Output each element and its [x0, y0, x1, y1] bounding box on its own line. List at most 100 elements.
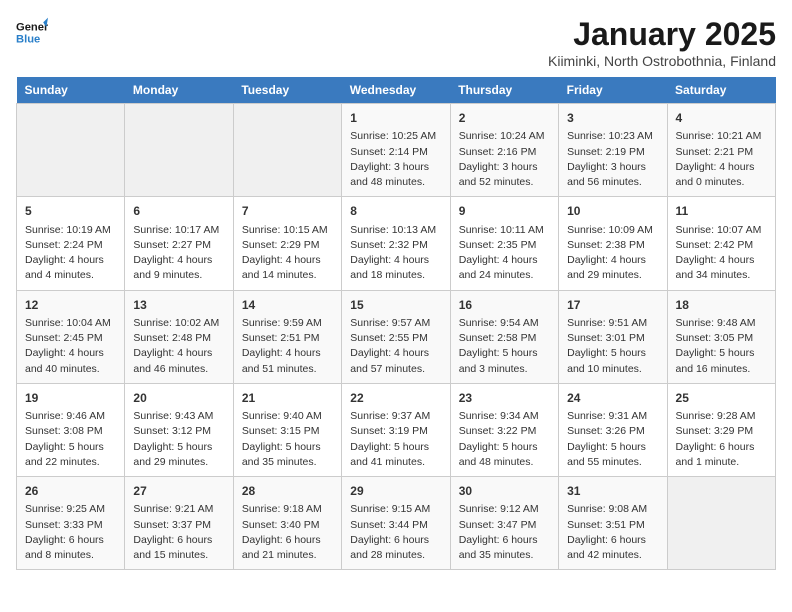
logo-icon: General Blue	[16, 16, 48, 48]
calendar-cell: 2Sunrise: 10:24 AM Sunset: 2:16 PM Dayli…	[450, 104, 558, 197]
calendar-week-row: 12Sunrise: 10:04 AM Sunset: 2:45 PM Dayl…	[17, 290, 776, 383]
calendar-cell: 11 Sunrise: 10:07 AM Sunset: 2:42 PM Dayl…	[667, 197, 775, 290]
calendar-cell	[17, 104, 125, 197]
day-info: Sunrise: 10:23 AM Sunset: 2:19 PM Daylig…	[567, 129, 658, 190]
day-number: 24	[567, 390, 658, 407]
day-number: 3	[567, 110, 658, 127]
calendar-table: SundayMondayTuesdayWednesdayThursdayFrid…	[16, 77, 776, 570]
calendar-cell: 7 Sunrise: 10:15 AM Sunset: 2:29 PM Dayli…	[233, 197, 341, 290]
day-info: Sunrise: 10:11 AM Sunset: 2:35 PM Daylig…	[459, 223, 550, 284]
day-info: Sunrise: 10:25 AM Sunset: 2:14 PM Daylig…	[350, 129, 441, 190]
day-info: Sunrise: 10:15 AM Sunset: 2:29 PM Daylig…	[242, 223, 333, 284]
day-number: 10	[567, 203, 658, 220]
calendar-cell: 15 Sunrise: 9:57 AM Sunset: 2:55 PM Dayli…	[342, 290, 450, 383]
calendar-cell: 25 Sunrise: 9:28 AM Sunset: 3:29 PM Dayli…	[667, 383, 775, 476]
day-info: Sunrise: 9:28 AM Sunset: 3:29 PM Dayligh…	[676, 409, 767, 470]
day-number: 17	[567, 297, 658, 314]
calendar-cell: 17Sunrise: 9:51 AM Sunset: 3:01 PM Dayli…	[559, 290, 667, 383]
day-info: Sunrise: 9:59 AM Sunset: 2:51 PM Dayligh…	[242, 316, 333, 377]
day-number: 23	[459, 390, 550, 407]
calendar-cell: 6Sunrise: 10:17 AM Sunset: 2:27 PM Dayli…	[125, 197, 233, 290]
day-number: 11	[676, 203, 767, 220]
day-info: Sunrise: 10:21 AM Sunset: 2:21 PM Daylig…	[676, 129, 767, 190]
calendar-cell: 5 Sunrise: 10:19 AM Sunset: 2:24 PM Dayli…	[17, 197, 125, 290]
day-info: Sunrise: 9:48 AM Sunset: 3:05 PM Dayligh…	[676, 316, 767, 377]
day-number: 28	[242, 483, 333, 500]
day-info: Sunrise: 9:08 AM Sunset: 3:51 PM Dayligh…	[567, 502, 658, 563]
main-title: January 2025	[548, 16, 776, 53]
calendar-cell: 28 Sunrise: 9:18 AM Sunset: 3:40 PM Dayli…	[233, 477, 341, 570]
day-info: Sunrise: 10:07 AM Sunset: 2:42 PM Daylig…	[676, 223, 767, 284]
weekday-header-thursday: Thursday	[450, 77, 558, 104]
calendar-cell: 13Sunrise: 10:02 AM Sunset: 2:48 PM Dayl…	[125, 290, 233, 383]
day-info: Sunrise: 9:57 AM Sunset: 2:55 PM Dayligh…	[350, 316, 441, 377]
day-number: 8	[350, 203, 441, 220]
calendar-week-row: 19Sunrise: 9:46 AM Sunset: 3:08 PM Dayli…	[17, 383, 776, 476]
weekday-header-friday: Friday	[559, 77, 667, 104]
calendar-cell	[233, 104, 341, 197]
day-number: 21	[242, 390, 333, 407]
calendar-cell: 29 Sunrise: 9:15 AM Sunset: 3:44 PM Dayli…	[342, 477, 450, 570]
calendar-cell	[667, 477, 775, 570]
day-number: 15	[350, 297, 441, 314]
day-info: Sunrise: 9:31 AM Sunset: 3:26 PM Dayligh…	[567, 409, 658, 470]
weekday-header-saturday: Saturday	[667, 77, 775, 104]
calendar-cell: 12Sunrise: 10:04 AM Sunset: 2:45 PM Dayl…	[17, 290, 125, 383]
title-block: January 2025 Kiiminki, North Ostrobothni…	[548, 16, 776, 69]
day-info: Sunrise: 9:25 AM Sunset: 3:33 PM Dayligh…	[25, 502, 116, 563]
weekday-header-sunday: Sunday	[17, 77, 125, 104]
weekday-header-tuesday: Tuesday	[233, 77, 341, 104]
day-number: 18	[676, 297, 767, 314]
day-number: 1	[350, 110, 441, 127]
day-info: Sunrise: 10:09 AM Sunset: 2:38 PM Daylig…	[567, 223, 658, 284]
day-number: 27	[133, 483, 224, 500]
day-number: 12	[25, 297, 116, 314]
calendar-cell: 14 Sunrise: 9:59 AM Sunset: 2:51 PM Dayli…	[233, 290, 341, 383]
weekday-header-monday: Monday	[125, 77, 233, 104]
svg-text:Blue: Blue	[16, 33, 40, 45]
calendar-cell: 9 Sunrise: 10:11 AM Sunset: 2:35 PM Dayli…	[450, 197, 558, 290]
day-number: 14	[242, 297, 333, 314]
calendar-cell	[125, 104, 233, 197]
day-number: 16	[459, 297, 550, 314]
calendar-cell: 18 Sunrise: 9:48 AM Sunset: 3:05 PM Dayli…	[667, 290, 775, 383]
day-info: Sunrise: 10:02 AM Sunset: 2:48 PM Daylig…	[133, 316, 224, 377]
calendar-week-row: 26 Sunrise: 9:25 AM Sunset: 3:33 PM Dayli…	[17, 477, 776, 570]
day-info: Sunrise: 10:19 AM Sunset: 2:24 PM Daylig…	[25, 223, 116, 284]
day-number: 6	[133, 203, 224, 220]
svg-text:General: General	[16, 21, 48, 33]
day-info: Sunrise: 9:18 AM Sunset: 3:40 PM Dayligh…	[242, 502, 333, 563]
day-info: Sunrise: 9:12 AM Sunset: 3:47 PM Dayligh…	[459, 502, 550, 563]
day-info: Sunrise: 9:40 AM Sunset: 3:15 PM Dayligh…	[242, 409, 333, 470]
calendar-cell: 30 Sunrise: 9:12 AM Sunset: 3:47 PM Dayli…	[450, 477, 558, 570]
calendar-cell: 1 Sunrise: 10:25 AM Sunset: 2:14 PM Dayli…	[342, 104, 450, 197]
day-info: Sunrise: 9:15 AM Sunset: 3:44 PM Dayligh…	[350, 502, 441, 563]
day-number: 26	[25, 483, 116, 500]
day-number: 2	[459, 110, 550, 127]
day-number: 5	[25, 203, 116, 220]
day-number: 9	[459, 203, 550, 220]
calendar-header-row: SundayMondayTuesdayWednesdayThursdayFrid…	[17, 77, 776, 104]
day-number: 7	[242, 203, 333, 220]
calendar-cell: 21 Sunrise: 9:40 AM Sunset: 3:15 PM Dayli…	[233, 383, 341, 476]
calendar-body: 1 Sunrise: 10:25 AM Sunset: 2:14 PM Dayli…	[17, 104, 776, 570]
weekday-header-wednesday: Wednesday	[342, 77, 450, 104]
day-number: 30	[459, 483, 550, 500]
page-header: General Blue January 2025 Kiiminki, Nort…	[16, 16, 776, 69]
day-number: 19	[25, 390, 116, 407]
day-number: 25	[676, 390, 767, 407]
calendar-cell: 10 Sunrise: 10:09 AM Sunset: 2:38 PM Dayl…	[559, 197, 667, 290]
calendar-cell: 31Sunrise: 9:08 AM Sunset: 3:51 PM Dayli…	[559, 477, 667, 570]
calendar-cell: 23 Sunrise: 9:34 AM Sunset: 3:22 PM Dayli…	[450, 383, 558, 476]
calendar-cell: 8 Sunrise: 10:13 AM Sunset: 2:32 PM Dayli…	[342, 197, 450, 290]
day-info: Sunrise: 10:13 AM Sunset: 2:32 PM Daylig…	[350, 223, 441, 284]
calendar-cell: 24 Sunrise: 9:31 AM Sunset: 3:26 PM Dayli…	[559, 383, 667, 476]
day-info: Sunrise: 9:43 AM Sunset: 3:12 PM Dayligh…	[133, 409, 224, 470]
day-info: Sunrise: 9:34 AM Sunset: 3:22 PM Dayligh…	[459, 409, 550, 470]
day-number: 20	[133, 390, 224, 407]
calendar-cell: 20 Sunrise: 9:43 AM Sunset: 3:12 PM Dayli…	[125, 383, 233, 476]
calendar-cell: 4 Sunrise: 10:21 AM Sunset: 2:21 PM Dayli…	[667, 104, 775, 197]
day-number: 29	[350, 483, 441, 500]
day-number: 4	[676, 110, 767, 127]
day-info: Sunrise: 9:54 AM Sunset: 2:58 PM Dayligh…	[459, 316, 550, 377]
